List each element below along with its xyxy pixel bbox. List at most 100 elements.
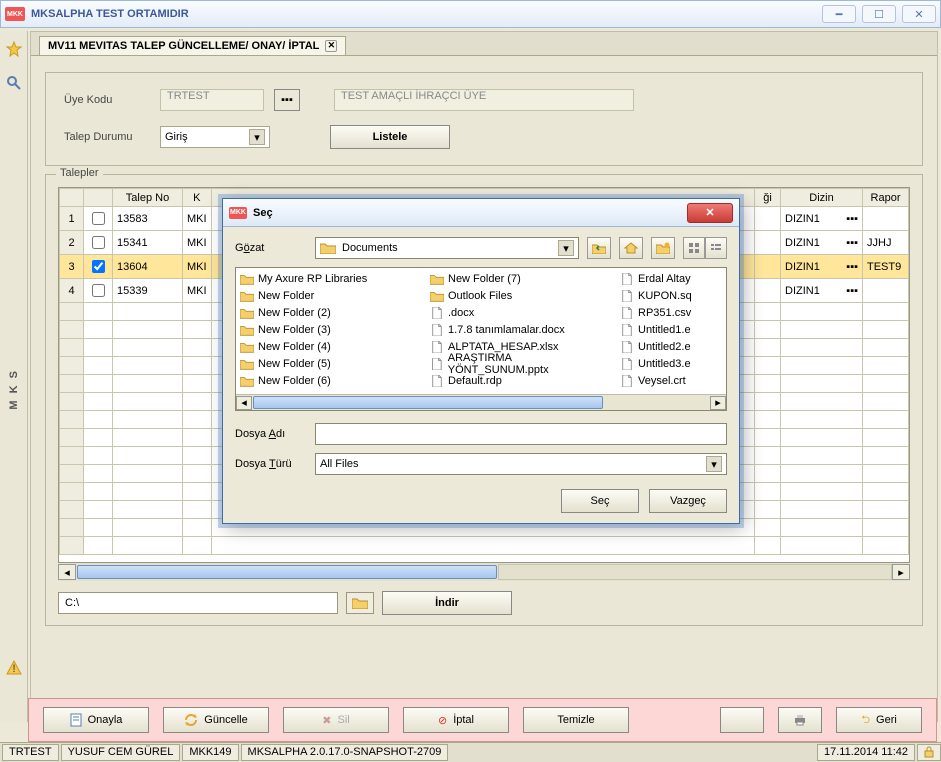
sil-button[interactable]: ✖ Sil: [283, 707, 389, 733]
status-user-code: TRTEST: [2, 744, 59, 761]
status-version: MKSALPHA 2.0.17.0-SNAPSHOT-2709: [241, 744, 449, 761]
delete-icon: ✖: [322, 714, 331, 727]
iptal-button[interactable]: ⊘ İptal: [403, 707, 509, 733]
file-item[interactable]: Veysel.crt: [618, 372, 724, 389]
col-gi[interactable]: ği: [755, 189, 781, 207]
tab-bar: MV11 MEVITAS TALEP GÜNCELLEME/ ONAY/ İPT…: [31, 32, 937, 56]
main-title-bar: MKK MKSALPHA TEST ORTAMIDIR ━ ☐ ✕: [0, 0, 941, 28]
tab-label: MV11 MEVITAS TALEP GÜNCELLEME/ ONAY/ İPT…: [48, 40, 319, 52]
col-dizin[interactable]: Dizin: [781, 189, 863, 207]
home-button[interactable]: [619, 237, 643, 259]
file-item[interactable]: Untitled3.e: [618, 355, 724, 372]
uye-kodu-input[interactable]: TRTEST: [160, 89, 264, 111]
uye-kodu-lookup-button[interactable]: ▪▪▪: [274, 89, 300, 111]
folder-icon: [240, 375, 254, 387]
view-icons-button[interactable]: [683, 237, 705, 259]
listele-button[interactable]: Listele: [330, 125, 450, 149]
file-name: New Folder (6): [258, 375, 331, 387]
sec-button[interactable]: Seç: [561, 489, 639, 513]
up-folder-button[interactable]: [587, 237, 611, 259]
file-icon: [430, 341, 444, 353]
file-item[interactable]: RP351.csv: [618, 304, 724, 321]
folder-icon: [430, 273, 444, 285]
file-item[interactable]: Outlook Files: [428, 287, 614, 304]
file-item[interactable]: KUPON.sq: [618, 287, 724, 304]
location-combo[interactable]: Documents ▾: [315, 237, 579, 259]
col-rapor[interactable]: Rapor: [863, 189, 909, 207]
folder-icon: [240, 341, 254, 353]
onayla-button[interactable]: Onayla: [43, 707, 149, 733]
file-item[interactable]: New Folder (4): [238, 338, 424, 355]
tab-active[interactable]: MV11 MEVITAS TALEP GÜNCELLEME/ ONAY/ İPT…: [39, 36, 346, 55]
file-item[interactable]: New Folder (7): [428, 270, 614, 287]
temizle-button[interactable]: Temizle: [523, 707, 629, 733]
file-item[interactable]: New Folder: [238, 287, 424, 304]
file-item[interactable]: My Axure RP Libraries: [238, 270, 424, 287]
row-checkbox[interactable]: [84, 231, 113, 255]
file-item[interactable]: New Folder (6): [238, 372, 424, 389]
print-button[interactable]: [778, 707, 822, 733]
filter-panel: Üye Kodu TRTEST ▪▪▪ TEST AMAÇLI İHRAÇCI …: [45, 72, 923, 166]
file-name: New Folder (4): [258, 341, 331, 353]
lock-icon: [924, 746, 934, 758]
file-list[interactable]: My Axure RP LibrariesNew FolderNew Folde…: [235, 267, 727, 411]
indir-button[interactable]: İndir: [382, 591, 512, 615]
app-logo-icon: MKK: [5, 7, 25, 21]
talep-durumu-combo[interactable]: Giriş ▾: [160, 126, 270, 148]
browse-folder-button[interactable]: [346, 592, 374, 614]
file-scroll-thumb[interactable]: [253, 396, 603, 409]
dialog-title-bar[interactable]: MKK Seç ✕: [223, 199, 739, 227]
tab-close-icon[interactable]: ✕: [325, 40, 337, 52]
cell-dizin: DIZIN1 ▪▪▪: [781, 279, 863, 303]
close-button[interactable]: ✕: [902, 5, 936, 23]
file-item[interactable]: Erdal Altay: [618, 270, 724, 287]
star-icon[interactable]: [6, 41, 22, 57]
file-scroll-right-icon[interactable]: ▸: [710, 396, 726, 410]
row-checkbox[interactable]: [84, 255, 113, 279]
status-branch: MKK149: [182, 744, 238, 761]
file-name: New Folder (5): [258, 358, 331, 370]
grid-hscroll[interactable]: ◂ ▸: [58, 563, 910, 581]
col-k[interactable]: K: [183, 189, 212, 207]
file-item[interactable]: .docx: [428, 304, 614, 321]
cell-gi: [755, 279, 781, 303]
status-datetime: 17.11.2014 11:42: [817, 744, 915, 761]
file-item[interactable]: Untitled2.e: [618, 338, 724, 355]
file-item[interactable]: New Folder (2): [238, 304, 424, 321]
file-item[interactable]: 1.7.8 tanımlamalar.docx: [428, 321, 614, 338]
dosya-turu-combo[interactable]: All Files ▾: [315, 453, 727, 475]
download-path-input[interactable]: C:\: [58, 592, 338, 614]
cell-rapor: JJHJ: [863, 231, 909, 255]
file-item[interactable]: New Folder (3): [238, 321, 424, 338]
uye-kodu-label: Üye Kodu: [64, 94, 150, 106]
row-checkbox[interactable]: [84, 207, 113, 231]
view-list-button[interactable]: [705, 237, 727, 259]
col-talep-no[interactable]: Talep No: [113, 189, 183, 207]
cell-gi: [755, 231, 781, 255]
file-list-hscroll[interactable]: ◂ ▸: [236, 394, 726, 410]
vazgec-button[interactable]: Vazgeç: [649, 489, 727, 513]
dosya-adi-input[interactable]: [315, 423, 727, 445]
geri-button[interactable]: ⮌ Geri: [836, 707, 922, 733]
search-icon[interactable]: [6, 75, 22, 91]
scroll-right-icon[interactable]: ▸: [892, 564, 910, 580]
guncelle-button[interactable]: Güncelle: [163, 707, 269, 733]
file-name: KUPON.sq: [638, 290, 692, 302]
mini-button-1[interactable]: [720, 707, 764, 733]
dialog-close-button[interactable]: ✕: [687, 203, 733, 223]
gozat-label: Gözat: [235, 242, 307, 254]
warning-icon[interactable]: !: [6, 660, 22, 676]
scroll-track[interactable]: [498, 564, 892, 580]
minimize-button[interactable]: ━: [822, 5, 856, 23]
new-folder-button[interactable]: [651, 237, 675, 259]
scroll-thumb[interactable]: [77, 565, 497, 579]
file-item[interactable]: ARAŞTIRMA YÖNT_SUNUM.pptx: [428, 355, 614, 372]
file-item[interactable]: Untitled1.e: [618, 321, 724, 338]
file-scroll-left-icon[interactable]: ◂: [236, 396, 252, 410]
row-checkbox[interactable]: [84, 279, 113, 303]
file-icon: [620, 375, 634, 387]
scroll-left-icon[interactable]: ◂: [58, 564, 76, 580]
file-icon: [620, 358, 634, 370]
maximize-button[interactable]: ☐: [862, 5, 896, 23]
file-item[interactable]: New Folder (5): [238, 355, 424, 372]
